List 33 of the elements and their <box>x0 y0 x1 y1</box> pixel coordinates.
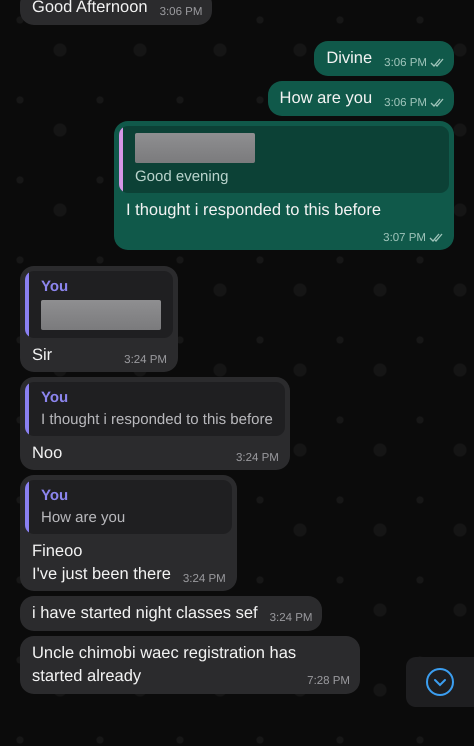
quote-author: You <box>41 278 70 295</box>
message-time: 3:07 PM <box>383 232 426 244</box>
message-time: 3:06 PM <box>384 56 427 68</box>
message-text: Uncle chimobi waec registration has started already <box>32 644 296 685</box>
message-text: Good Afternoon <box>32 0 148 16</box>
quoted-text: How are you <box>41 509 126 526</box>
message-time: 3:06 PM <box>160 6 202 18</box>
message-time: 3:24 PM <box>182 572 226 584</box>
message-text: Sir <box>32 346 52 364</box>
message-time: 3:06 PM <box>384 96 427 108</box>
quoted-message[interactable]: You I thought i responded to this before <box>25 382 285 436</box>
message-time: 3:24 PM <box>124 354 167 366</box>
message-time: 3:24 PM <box>270 612 312 624</box>
quoted-message[interactable]: Good evening <box>119 126 449 193</box>
message-time: 3:24 PM <box>236 452 279 464</box>
double-check-icon <box>429 233 443 242</box>
message-text: How are you <box>280 89 372 107</box>
quoted-text: Good evening <box>135 168 230 185</box>
quoted-message[interactable]: You How are you <box>25 480 232 534</box>
quoted-message[interactable]: You <box>25 271 173 338</box>
message-text: I thought i responded to this before <box>126 201 382 219</box>
double-check-icon <box>430 58 444 67</box>
message-text: Divine <box>326 49 372 67</box>
message-text: i have started night classes sef <box>32 604 258 622</box>
quote-author: You <box>41 389 70 406</box>
message-time: 7:28 PM <box>307 674 350 686</box>
scroll-down-button[interactable] <box>406 657 474 707</box>
double-check-icon <box>430 98 444 107</box>
message-text: Fineoo I've just been there <box>32 542 171 583</box>
quote-author: You <box>41 487 70 504</box>
message-text: Noo <box>32 444 62 462</box>
quoted-text: I thought i responded to this before <box>41 411 273 428</box>
chevron-down-icon <box>425 667 455 697</box>
